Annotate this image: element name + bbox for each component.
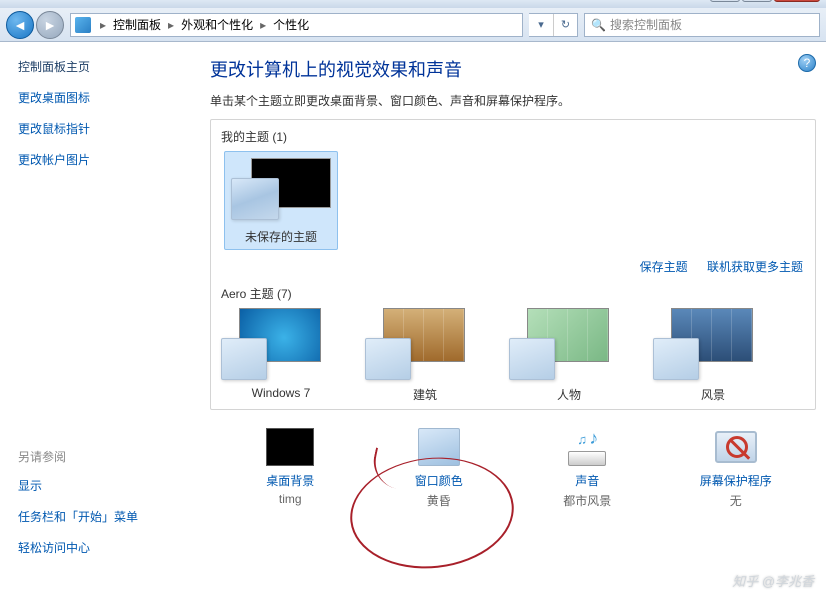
watermark: 知乎 @李兆香 — [732, 571, 814, 590]
sidebar-link-taskbar[interactable]: 任务栏和「开始」菜单 — [18, 508, 196, 525]
sidebar-link-account-picture[interactable]: 更改帐户图片 — [18, 151, 196, 168]
content-pane: ? 更改计算机上的视觉效果和声音 单击某个主题立即更改桌面背景、窗口颜色、声音和… — [200, 42, 826, 598]
window-color-thumb — [509, 338, 555, 380]
theme-people[interactable]: 人物 — [509, 308, 629, 403]
setting-value: 都市风景 — [517, 492, 657, 509]
theme-unsaved[interactable]: 未保存的主题 — [221, 151, 341, 250]
breadcrumb-sep: ▸ — [255, 18, 271, 32]
breadcrumb[interactable]: ▸ 控制面板 ▸ 外观和个性化 ▸ 个性化 — [70, 13, 523, 37]
desktop-background-button[interactable]: 桌面背景 timg — [220, 428, 360, 509]
setting-value: 黄昏 — [369, 492, 509, 509]
maximize-button[interactable] — [742, 0, 772, 2]
aero-themes-label: Aero 主题 (7) — [221, 285, 805, 302]
control-panel-icon — [75, 17, 91, 33]
window-color-thumb — [221, 338, 267, 380]
sidebar: 控制面板主页 更改桌面图标 更改鼠标指针 更改帐户图片 另请参阅 显示 任务栏和… — [0, 42, 200, 598]
setting-title: 屏幕保护程序 — [666, 472, 806, 489]
titlebar — [0, 0, 826, 8]
search-icon: 🔍 — [591, 18, 606, 32]
setting-value: 无 — [666, 492, 806, 509]
minimize-button[interactable] — [710, 0, 740, 2]
page-title: 更改计算机上的视觉效果和声音 — [210, 56, 816, 82]
breadcrumb-sep: ▸ — [95, 18, 111, 32]
theme-scenery[interactable]: 风景 — [653, 308, 773, 403]
theme-architecture[interactable]: 建筑 — [365, 308, 485, 403]
sound-icon: ♪♫ — [563, 428, 611, 466]
theme-label: Windows 7 — [221, 386, 341, 400]
search-input[interactable]: 🔍 搜索控制面板 — [584, 13, 820, 37]
setting-title: 窗口颜色 — [369, 472, 509, 489]
address-bar: ◄ ► ▸ 控制面板 ▸ 外观和个性化 ▸ 个性化 ▾ ↻ 🔍 搜索控制面板 — [0, 8, 826, 42]
back-button[interactable]: ◄ — [6, 11, 34, 39]
window-color-thumb — [653, 338, 699, 380]
theme-label: 建筑 — [365, 386, 485, 403]
window-color-thumb — [231, 178, 279, 220]
dropdown-icon[interactable]: ▾ — [529, 14, 553, 36]
refresh-icon[interactable]: ↻ — [553, 14, 577, 36]
screensaver-icon — [712, 428, 760, 466]
screensaver-button[interactable]: 屏幕保护程序 无 — [666, 428, 806, 509]
window-color-thumb — [365, 338, 411, 380]
sidebar-link-desktop-icons[interactable]: 更改桌面图标 — [18, 89, 196, 106]
setting-title: 声音 — [517, 472, 657, 489]
get-more-themes-link[interactable]: 联机获取更多主题 — [707, 260, 803, 274]
breadcrumb-level2[interactable]: 个性化 — [271, 14, 311, 35]
breadcrumb-sep: ▸ — [163, 18, 179, 32]
bottom-settings: 桌面背景 timg 窗口颜色 黄昏 ♪♫ 声音 都市风景 屏幕保护 — [210, 428, 816, 509]
wallpaper-icon — [266, 428, 314, 466]
theme-windows7[interactable]: Windows 7 — [221, 308, 341, 403]
theme-label: 人物 — [509, 386, 629, 403]
help-icon[interactable]: ? — [798, 54, 816, 72]
theme-panel: 我的主题 (1) 未保存的主题 保存主题 联机获取更多主题 — [210, 119, 816, 410]
close-button[interactable] — [774, 0, 820, 2]
breadcrumb-root[interactable]: 控制面板 — [111, 14, 163, 35]
sidebar-link-ease-access[interactable]: 轻松访问中心 — [18, 539, 196, 556]
sidebar-see-also-heading: 另请参阅 — [18, 448, 196, 465]
setting-title: 桌面背景 — [220, 472, 360, 489]
forward-button[interactable]: ► — [36, 11, 64, 39]
theme-label: 风景 — [653, 386, 773, 403]
color-icon — [418, 428, 460, 466]
save-theme-link[interactable]: 保存主题 — [640, 260, 688, 274]
sound-button[interactable]: ♪♫ 声音 都市风景 — [517, 428, 657, 509]
page-subtitle: 单击某个主题立即更改桌面背景、窗口颜色、声音和屏幕保护程序。 — [210, 92, 816, 109]
breadcrumb-level1[interactable]: 外观和个性化 — [179, 14, 255, 35]
sidebar-link-display[interactable]: 显示 — [18, 477, 196, 494]
my-themes-label: 我的主题 (1) — [221, 128, 805, 145]
sidebar-link-mouse-pointer[interactable]: 更改鼠标指针 — [18, 120, 196, 137]
theme-name: 未保存的主题 — [231, 228, 331, 245]
sidebar-heading: 控制面板主页 — [18, 58, 196, 75]
setting-value: timg — [220, 492, 360, 506]
search-placeholder: 搜索控制面板 — [610, 16, 682, 33]
window-color-button[interactable]: 窗口颜色 黄昏 — [369, 428, 509, 509]
